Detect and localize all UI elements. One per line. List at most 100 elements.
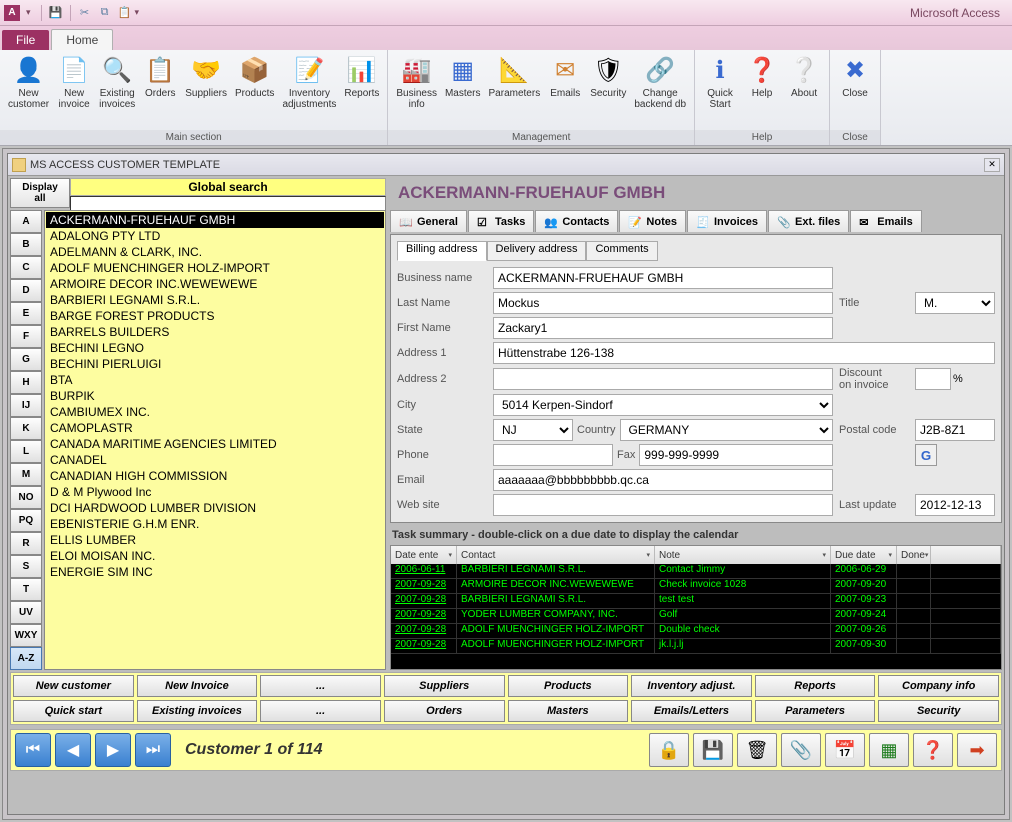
input-postal[interactable] xyxy=(915,419,995,441)
list-item[interactable]: D & M Plywood Inc xyxy=(46,484,384,500)
list-item[interactable]: BECHINI LEGNO xyxy=(46,340,384,356)
excel-button[interactable]: ▦ xyxy=(869,733,909,767)
bottom-quick-start-button[interactable]: Quick start xyxy=(13,700,134,722)
list-item[interactable]: BARBIERI LEGNAMI S.R.L. xyxy=(46,292,384,308)
tab-notes[interactable]: 📝Notes xyxy=(619,210,686,232)
list-item[interactable]: ELOI MOISAN INC. xyxy=(46,548,384,564)
bottom-reports-button[interactable]: Reports xyxy=(755,675,876,697)
list-item[interactable]: ADALONG PTY LTD xyxy=(46,228,384,244)
az-F[interactable]: F xyxy=(10,325,42,348)
bottom-masters-button[interactable]: Masters xyxy=(508,700,629,722)
az-D[interactable]: D xyxy=(10,279,42,302)
file-tab[interactable]: File xyxy=(2,30,49,50)
ribbon-products[interactable]: 📦Products xyxy=(231,52,278,101)
ribbon-about[interactable]: ❔About xyxy=(783,52,825,101)
ribbon-existing-invoices[interactable]: 🔍Existinginvoices xyxy=(95,52,139,112)
az-NO[interactable]: NO xyxy=(10,486,42,509)
input-phone[interactable] xyxy=(493,444,613,466)
az-A-Z[interactable]: A-Z xyxy=(10,647,42,670)
az-C[interactable]: C xyxy=(10,256,42,279)
list-item[interactable]: DCI HARDWOOD LUMBER DIVISION xyxy=(46,500,384,516)
google-button[interactable]: G xyxy=(915,444,937,466)
bottom-----button[interactable]: ... xyxy=(260,700,381,722)
tab-general[interactable]: 📖General xyxy=(390,210,467,232)
customer-list[interactable]: ACKERMANN-FRUEHAUF GMBHADALONG PTY LTDAD… xyxy=(44,210,386,670)
input-last-update[interactable] xyxy=(915,494,995,516)
input-address1[interactable] xyxy=(493,342,995,364)
az-M[interactable]: M xyxy=(10,463,42,486)
list-item[interactable]: BTA xyxy=(46,372,384,388)
bottom-new-customer-button[interactable]: New customer xyxy=(13,675,134,697)
ribbon-masters[interactable]: ▦Masters xyxy=(441,52,485,101)
az-H[interactable]: H xyxy=(10,371,42,394)
task-row[interactable]: 2007-09-28YODER LUMBER COMPANY, INC.Golf… xyxy=(391,609,1001,624)
nav-next-button[interactable]: ▶ xyxy=(95,733,131,767)
input-address2[interactable] xyxy=(493,368,833,390)
select-title[interactable]: M. xyxy=(915,292,995,314)
list-item[interactable]: CAMBIUMEX INC. xyxy=(46,404,384,420)
input-website[interactable] xyxy=(493,494,833,516)
az-K[interactable]: K xyxy=(10,417,42,440)
save-button[interactable]: 💾 xyxy=(693,733,733,767)
ribbon-help[interactable]: ❓Help xyxy=(741,52,783,101)
tab-contacts[interactable]: 👥Contacts xyxy=(535,210,618,232)
az-L[interactable]: L xyxy=(10,440,42,463)
input-email[interactable] xyxy=(493,469,833,491)
cut-icon[interactable]: ✂ xyxy=(77,5,93,21)
az-T[interactable]: T xyxy=(10,578,42,601)
ribbon-business-info[interactable]: 🏭Businessinfo xyxy=(392,52,441,112)
input-business-name[interactable] xyxy=(493,267,833,289)
task-col-header[interactable]: Note▾ xyxy=(655,546,831,564)
list-item[interactable]: ACKERMANN-FRUEHAUF GMBH xyxy=(46,212,384,228)
calendar-button[interactable]: 📅 xyxy=(825,733,865,767)
bottom-new-invoice-button[interactable]: New Invoice xyxy=(137,675,258,697)
paste-icon[interactable]: 📋 xyxy=(117,5,133,21)
az-R[interactable]: R xyxy=(10,532,42,555)
bottom-----button[interactable]: ... xyxy=(260,675,381,697)
az-S[interactable]: S xyxy=(10,555,42,578)
task-row[interactable]: 2007-09-28ADOLF MUENCHINGER HOLZ-IMPORTj… xyxy=(391,639,1001,654)
nav-first-button[interactable]: ⏮ xyxy=(15,733,51,767)
bottom-company-info-button[interactable]: Company info xyxy=(878,675,999,697)
ribbon-parameters[interactable]: 📐Parameters xyxy=(485,52,545,101)
bottom-parameters-button[interactable]: Parameters xyxy=(755,700,876,722)
ribbon-reports[interactable]: 📊Reports xyxy=(340,52,383,101)
list-item[interactable]: ENERGIE SIM INC xyxy=(46,564,384,580)
exit-button[interactable]: ➡ xyxy=(957,733,997,767)
ribbon-new-invoice[interactable]: 📄Newinvoice xyxy=(53,52,95,112)
home-tab[interactable]: Home xyxy=(51,29,113,50)
ribbon-new-customer[interactable]: 👤Newcustomer xyxy=(4,52,53,112)
list-item[interactable]: ELLIS LUMBER xyxy=(46,532,384,548)
list-item[interactable]: CAMOPLASTR xyxy=(46,420,384,436)
input-discount[interactable] xyxy=(915,368,951,390)
ribbon-emails[interactable]: ✉Emails xyxy=(544,52,586,101)
subtab-billing-address[interactable]: Billing address xyxy=(397,241,487,261)
attach-button[interactable]: 📎 xyxy=(781,733,821,767)
task-col-header[interactable]: Contact▾ xyxy=(457,546,655,564)
list-item[interactable]: CANADIAN HIGH COMMISSION xyxy=(46,468,384,484)
az-B[interactable]: B xyxy=(10,233,42,256)
az-G[interactable]: G xyxy=(10,348,42,371)
save-icon[interactable]: 💾 xyxy=(48,5,64,21)
bottom-security-button[interactable]: Security xyxy=(878,700,999,722)
task-col-header[interactable]: Done▾ xyxy=(897,546,931,564)
task-row[interactable]: 2006-06-11BARBIERI LEGNAMI S.R.L.Contact… xyxy=(391,564,1001,579)
task-table[interactable]: Date ente▾Contact▾Note▾Due date▾Done▾ 20… xyxy=(390,545,1002,670)
tab-invoices[interactable]: 🧾Invoices xyxy=(687,210,767,232)
select-city[interactable]: 5014 Kerpen-Sindorf xyxy=(493,394,833,416)
list-item[interactable]: BECHINI PIERLUIGI xyxy=(46,356,384,372)
subtab-delivery-address[interactable]: Delivery address xyxy=(487,241,587,261)
bottom-inventory-adjust--button[interactable]: Inventory adjust. xyxy=(631,675,752,697)
delete-button[interactable]: 🗑 xyxy=(737,733,777,767)
bottom-suppliers-button[interactable]: Suppliers xyxy=(384,675,505,697)
input-fax[interactable] xyxy=(639,444,833,466)
list-item[interactable]: BARRELS BUILDERS xyxy=(46,324,384,340)
az-E[interactable]: E xyxy=(10,302,42,325)
task-row[interactable]: 2007-09-28ADOLF MUENCHINGER HOLZ-IMPORTD… xyxy=(391,624,1001,639)
az-IJ[interactable]: IJ xyxy=(10,394,42,417)
az-PQ[interactable]: PQ xyxy=(10,509,42,532)
bottom-existing-invoices-button[interactable]: Existing invoices xyxy=(137,700,258,722)
copy-icon[interactable]: ⧉ xyxy=(97,5,113,21)
task-col-header[interactable] xyxy=(931,546,1001,564)
nav-last-button[interactable]: ⏭ xyxy=(135,733,171,767)
